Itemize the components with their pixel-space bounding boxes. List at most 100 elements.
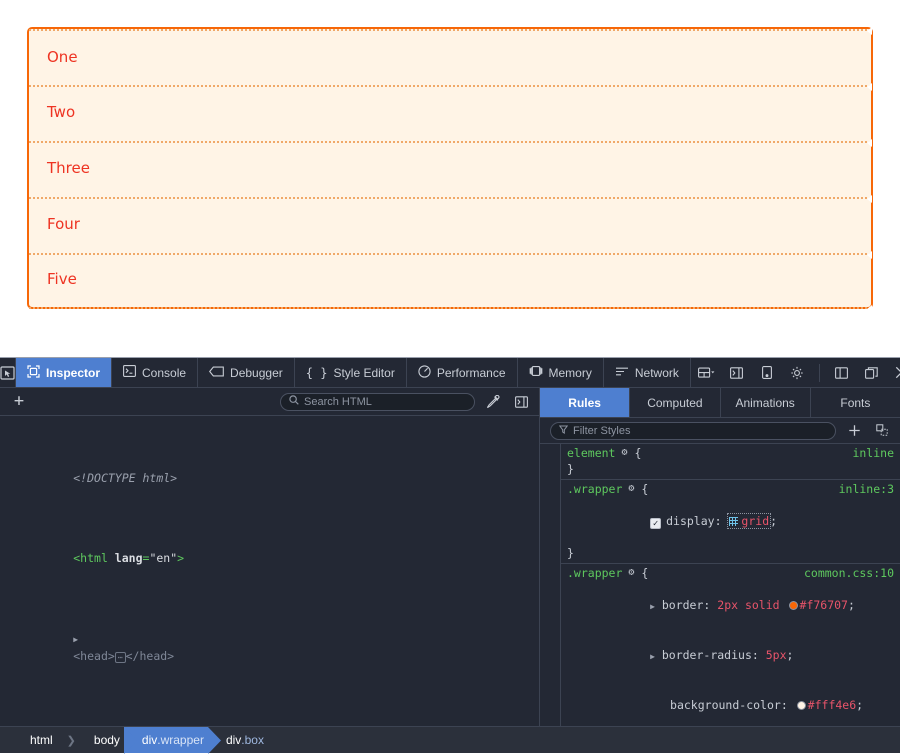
search-input[interactable]: Search HTML [280,393,475,411]
breadcrumb-item-html[interactable]: html [18,727,67,753]
filter-icon [559,425,568,437]
rule-wrapper-common[interactable]: .wrapper ⚙ { common.css:10 ▶ border: 2px… [561,564,900,726]
rule-source[interactable]: inline [844,445,894,461]
declaration-value[interactable]: 5px [766,648,787,662]
markup-line-body-open[interactable]: ▼ <body> [0,714,539,726]
filter-styles-input[interactable]: Filter Styles [550,422,836,440]
tab-label: Network [635,366,679,380]
box-label: Three [47,159,90,177]
tab-performance[interactable]: Performance [407,358,518,387]
close-icon[interactable] [892,363,900,383]
filter-bar: Filter Styles [540,418,900,444]
breadcrumb-item-body[interactable]: body [76,727,124,753]
declaration-checkbox[interactable]: ✓ [650,518,661,529]
declaration-value[interactable]: 2px solid [717,598,786,612]
expand-twisty-icon[interactable]: ▶ [73,635,78,644]
inspector-icon [27,365,40,381]
box-three[interactable]: Three [29,140,871,196]
box-five[interactable]: Five [29,251,871,307]
eyedropper-icon[interactable] [483,392,503,412]
breadcrumb-label: body [94,733,120,747]
tab-console[interactable]: Console [112,358,198,387]
chevron-right-icon: ❯ [67,727,76,753]
grid-badge-icon[interactable] [729,517,738,526]
gear-icon[interactable]: ⚙ [622,565,634,581]
color-swatch[interactable] [789,601,798,610]
rules-list[interactable]: element ⚙ { inline } .wrapper ⚙ { inline… [560,444,900,726]
markup-view[interactable]: <!DOCTYPE html> <html lang="en"> ▶ <head… [0,416,539,726]
declaration-value[interactable]: grid [728,514,770,528]
rule-source[interactable]: inline:3 [831,481,894,497]
box-four[interactable]: Four [29,196,871,252]
tab-computed[interactable]: Computed [630,388,720,417]
pseudo-class-icon[interactable] [872,421,892,441]
responsive-device-icon[interactable] [757,363,777,383]
declaration-property[interactable]: border-radius [662,648,752,662]
rule-selector[interactable]: element [567,445,615,461]
markup-toolbar: + Search HTML [0,388,539,416]
rule-source[interactable]: common.css:10 [796,565,894,581]
rule-wrapper-inline[interactable]: .wrapper ⚙ { inline:3 ✓display: grid; } [561,480,900,564]
breadcrumb-sublabel: .box [241,733,264,747]
add-node-button[interactable]: + [8,393,30,410]
tab-fonts[interactable]: Fonts [811,388,900,417]
breadcrumb-arrow [208,727,221,753]
split-console-icon[interactable] [727,363,747,383]
tab-animations[interactable]: Animations [721,388,811,417]
box-two[interactable]: Two [29,85,871,141]
tab-memory[interactable]: Memory [518,358,604,387]
breadcrumb-sublabel: .wrapper [157,733,204,747]
gear-icon[interactable]: ⚙ [615,445,627,461]
tab-label: Console [142,366,186,380]
declaration-property[interactable]: border [662,598,704,612]
devtools-split: + Search HTML [0,388,900,726]
declaration-value[interactable]: #fff4e6 [808,698,856,712]
declaration-property[interactable]: background-color [670,698,781,712]
declaration-background-color[interactable]: background-color: #fff4e6; [561,681,900,726]
dock-side-icon[interactable] [832,363,852,383]
markup-line-doctype[interactable]: <!DOCTYPE html> [0,454,539,502]
performance-icon [418,365,431,381]
breadcrumb-label: div [142,733,157,747]
box-label: Five [47,270,77,288]
tab-label: Performance [437,366,506,380]
declaration-property[interactable]: display [666,514,714,528]
tab-label: Debugger [230,366,283,380]
gear-icon[interactable] [787,363,807,383]
markup-line-html-open[interactable]: <html lang="en"> [0,534,539,582]
breadcrumb-label: div [226,733,241,747]
color-swatch[interactable] [797,701,806,710]
declaration-border-radius[interactable]: ▶ border-radius: 5px; [561,631,900,681]
rules-tab-label: Rules [568,396,601,410]
tab-inspector[interactable]: Inspector [16,358,112,387]
rules-tab-label: Animations [735,396,794,410]
markup-line-head[interactable]: ▶ <head>⋯</head> [0,614,539,682]
network-icon [615,366,629,380]
tab-network[interactable]: Network [604,358,691,387]
tab-style-editor[interactable]: { } Style Editor [295,358,407,387]
add-rule-icon[interactable] [844,421,864,441]
element-picker-icon[interactable] [0,358,16,387]
separate-window-icon[interactable] [862,363,882,383]
rule-element[interactable]: element ⚙ { inline } [561,444,900,480]
gear-icon[interactable]: ⚙ [622,481,634,497]
split-console-icon[interactable] [511,392,531,412]
tab-rules[interactable]: Rules [540,388,630,417]
breadcrumb-arrow [124,727,137,753]
responsive-layout-icon[interactable] [697,363,717,383]
tab-debugger[interactable]: Debugger [198,358,295,387]
grid-row-line [29,307,871,309]
box-label: Four [47,215,80,233]
breadcrumb: html ❯ body div.wrapper div.box [0,726,900,753]
wrapper-div[interactable]: One Two Three Four Five [27,27,873,309]
rule-selector[interactable]: .wrapper [567,565,622,581]
declaration-display[interactable]: ✓display: grid; [561,497,900,545]
declaration-border[interactable]: ▶ border: 2px solid #f76707; [561,581,900,631]
rule-selector[interactable]: .wrapper [567,481,622,497]
tab-label: Inspector [46,366,100,380]
rules-tab-list: Rules Computed Animations Fonts [540,388,900,418]
expand-twisty-icon[interactable]: ▶ [650,652,655,661]
expand-twisty-icon[interactable]: ▶ [650,602,655,611]
box-one[interactable]: One [29,29,871,85]
memory-icon [529,365,543,380]
